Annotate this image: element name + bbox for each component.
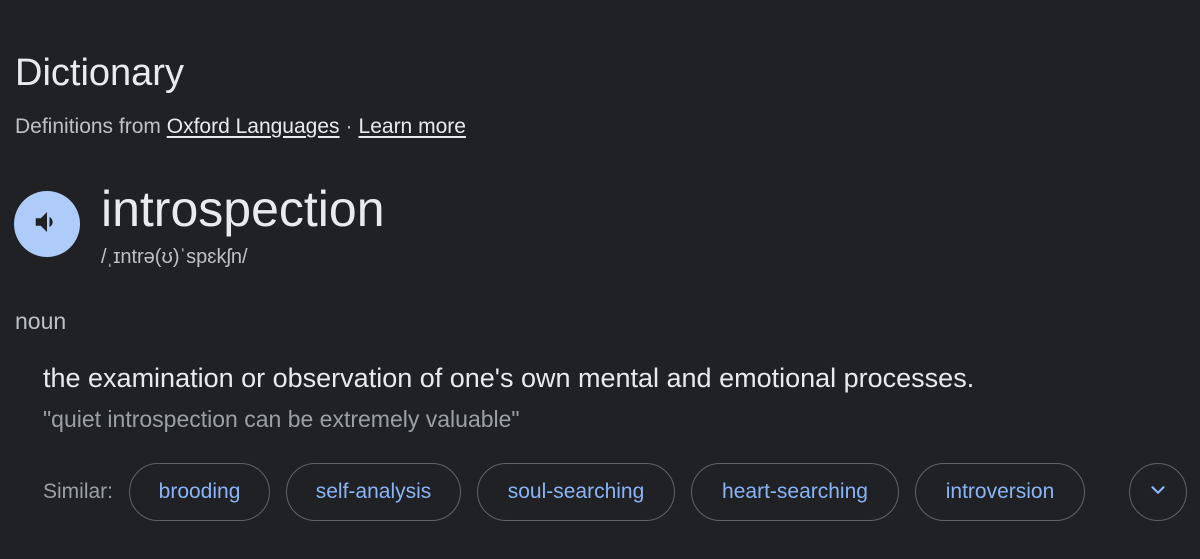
headword: introspection: [101, 181, 385, 237]
expand-similar-button[interactable]: [1129, 463, 1187, 521]
similar-chip-soul-searching[interactable]: soul-searching: [477, 463, 676, 521]
similar-label: Similar:: [43, 480, 114, 503]
separator-dot: ·: [345, 115, 353, 138]
similar-chip-introversion[interactable]: introversion: [915, 463, 1086, 521]
card-title: Dictionary: [15, 52, 184, 94]
part-of-speech: noun: [15, 308, 67, 334]
learn-more-link[interactable]: Learn more: [359, 115, 466, 138]
pronunciation-play-button[interactable]: [14, 191, 80, 257]
chevron-down-icon: [1147, 479, 1169, 506]
phonetic-spelling: /ˌɪntrə(ʊ)ˈspɛkʃn/: [101, 246, 248, 268]
similar-chip-self-analysis[interactable]: self-analysis: [286, 463, 462, 521]
similar-chip-heart-searching[interactable]: heart-searching: [691, 463, 900, 521]
oxford-languages-link[interactable]: Oxford Languages: [167, 115, 340, 138]
similar-words-row: Similar: brooding self-analysis soul-sea…: [43, 463, 1101, 521]
volume-icon: [32, 207, 62, 242]
definitions-source: Definitions from Oxford Languages · Learn …: [15, 113, 466, 141]
definition-text: the examination or observation of one's …: [43, 363, 975, 393]
example-sentence: "quiet introspection can be extremely va…: [43, 406, 520, 432]
similar-chip-brooding[interactable]: brooding: [129, 463, 271, 521]
source-prefix: Definitions from: [15, 115, 161, 138]
